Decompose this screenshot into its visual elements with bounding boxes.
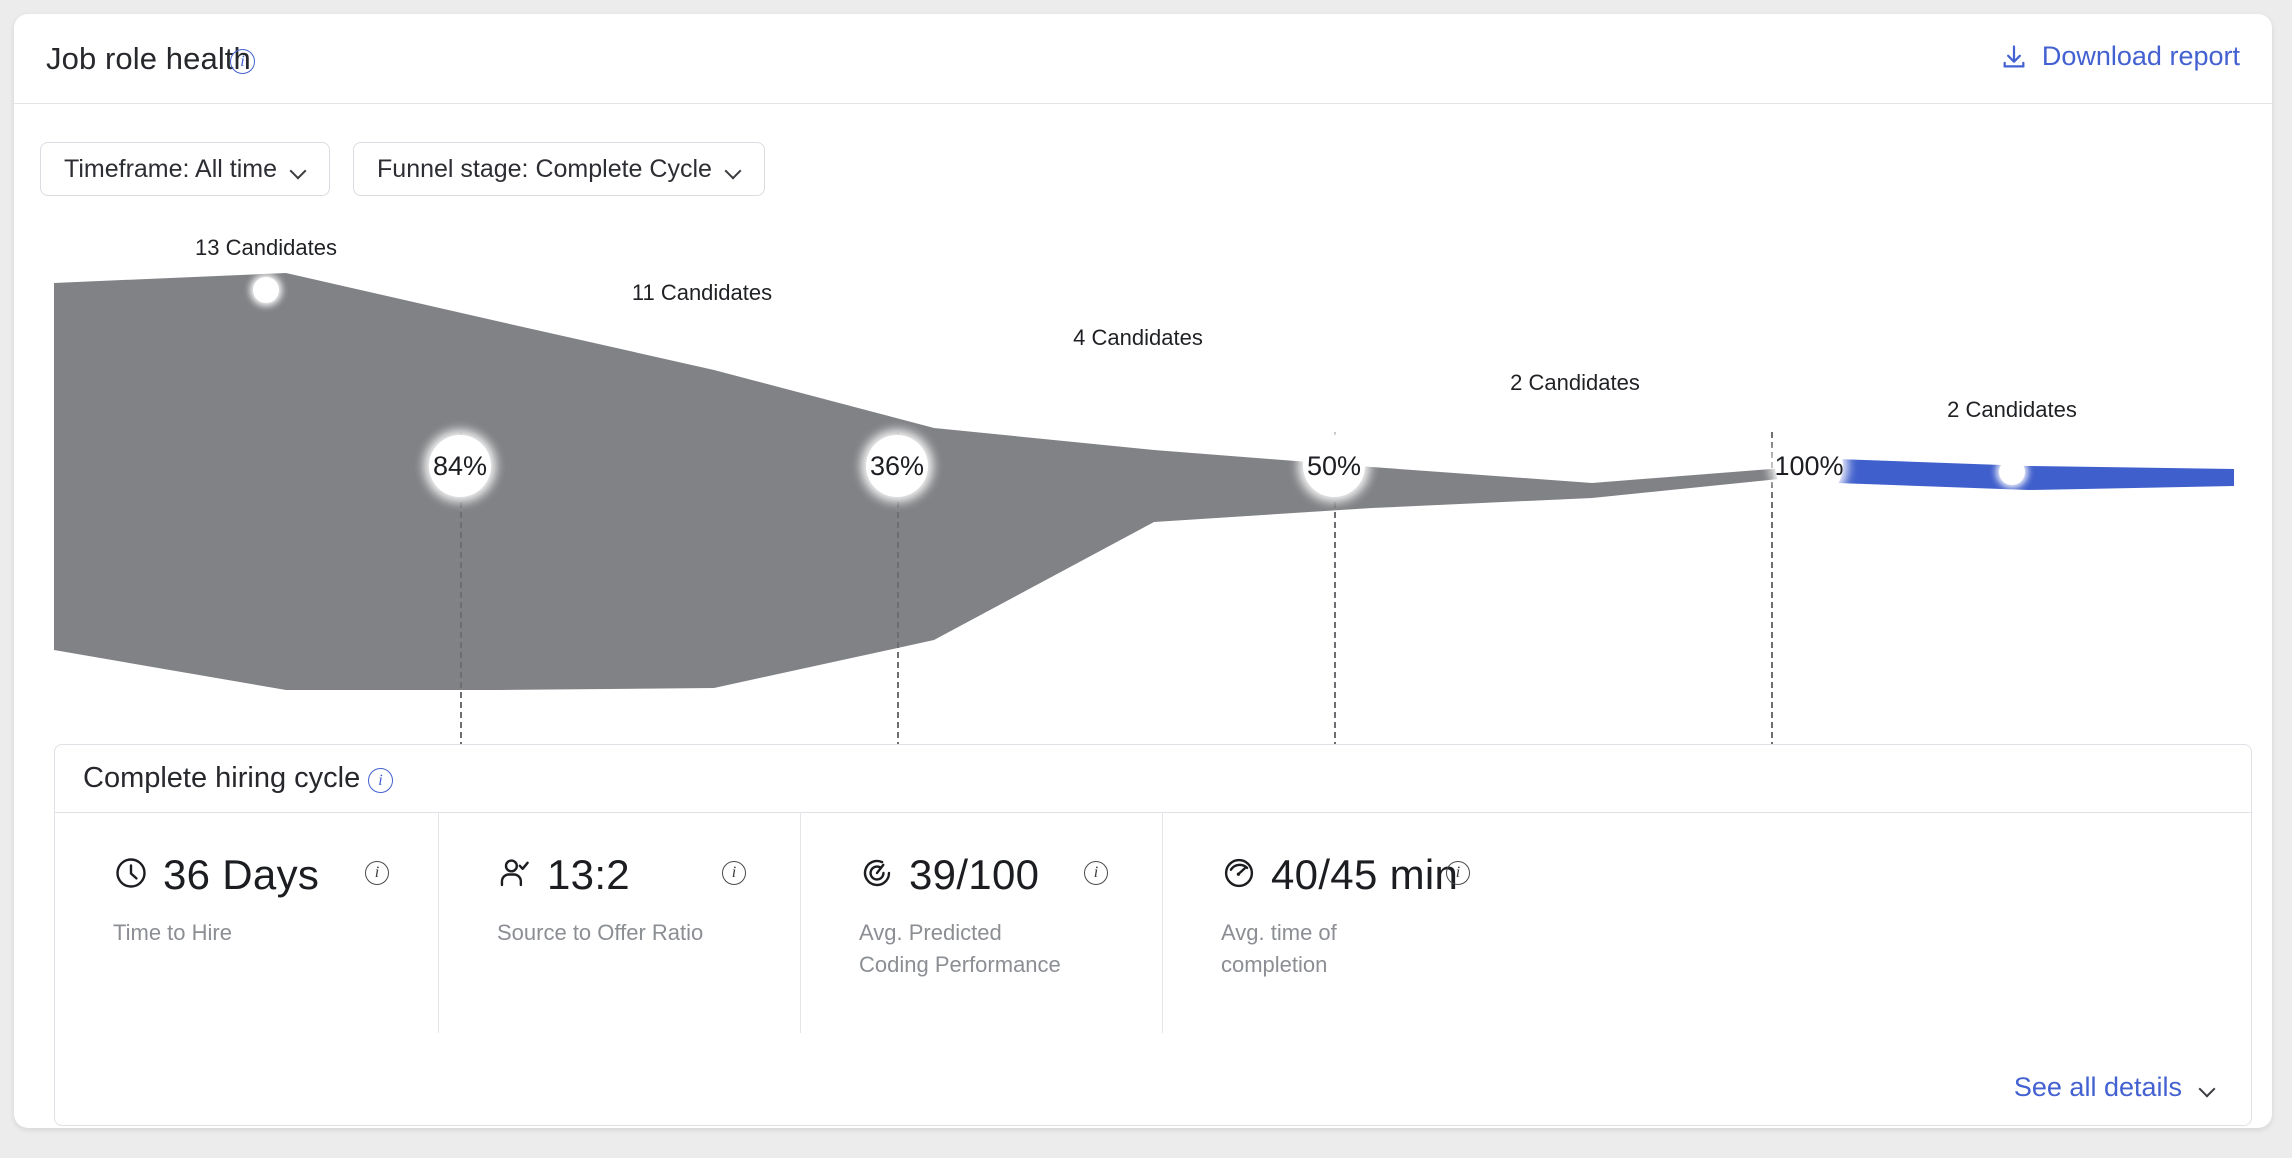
chevron-down-icon	[291, 165, 306, 174]
candidate-count-label: 13 Candidates	[195, 235, 337, 260]
download-report-label: Download report	[2041, 41, 2240, 71]
stat-card-source-to-offer-ratio: 13:2 Source to Offer Ratio i	[439, 813, 801, 1033]
download-report-button[interactable]: Download report	[2000, 41, 2240, 72]
stat-label: Time to Hire	[113, 920, 232, 945]
user-check-icon	[497, 855, 533, 896]
chevron-down-icon	[2200, 1083, 2215, 1092]
info-icon[interactable]: i	[722, 861, 746, 885]
candidate-count-label: 2 Candidates	[1947, 397, 2077, 422]
complete-hiring-cycle-panel: Complete hiring cycle i 36 Days Time to …	[54, 744, 2252, 1126]
funnel-area-shape	[54, 273, 2234, 690]
stat-value: 40/45 min	[1271, 851, 1459, 898]
stat-value: 36 Days	[163, 851, 320, 898]
panel-title: Complete hiring cycle	[83, 762, 361, 794]
stat-card-time-to-hire: 36 Days Time to Hire i	[55, 813, 439, 1033]
see-all-details-button[interactable]: See all details	[2014, 1072, 2215, 1103]
page-title: Job role health	[46, 41, 251, 76]
info-icon[interactable]: i	[230, 49, 255, 74]
job-role-health-card: Job role health i Download report Timefr…	[14, 14, 2272, 1128]
conversion-badge[interactable]: 100%	[1774, 432, 1844, 500]
stat-value: 39/100	[909, 851, 1040, 898]
stat-label: Avg. time of completion	[1221, 920, 1337, 977]
timeframe-dropdown-label: Timeframe: All time	[64, 154, 278, 183]
funnel-stage-dropdown-label: Funnel stage: Complete Cycle	[377, 154, 712, 183]
speedometer-icon	[1221, 855, 1257, 896]
download-icon	[2000, 43, 2028, 71]
funnel-node-dot[interactable]	[1125, 368, 1151, 394]
funnel-chart: 13 Candidates 11 Candidates 4 Candidates…	[14, 210, 2272, 898]
funnel-node-dot[interactable]	[253, 277, 279, 303]
target-icon	[859, 855, 895, 896]
chevron-down-icon	[726, 165, 741, 174]
timeframe-dropdown[interactable]: Timeframe: All time	[40, 142, 331, 196]
stat-value: 13:2	[547, 851, 630, 898]
conversion-badge[interactable]: 36%	[866, 435, 928, 497]
info-icon[interactable]: i	[1084, 861, 1108, 885]
filter-bar: Timeframe: All time Funnel stage: Comple…	[40, 142, 765, 196]
clock-icon	[113, 855, 149, 896]
info-icon[interactable]: i	[1446, 861, 1470, 885]
stat-card-avg-time-of-completion: 40/45 min Avg. time of completion i	[1163, 813, 2251, 1033]
conversion-badge[interactable]: 50%	[1303, 435, 1365, 497]
stat-card-predicted-coding-performance: 39/100 Avg. Predicted Coding Performance…	[801, 813, 1163, 1033]
stats-row: 36 Days Time to Hire i 13:2 Source to Of…	[55, 813, 2251, 1033]
info-icon[interactable]: i	[368, 768, 393, 793]
funnel-node-dot[interactable]	[1562, 416, 1588, 442]
candidate-count-label: 4 Candidates	[1073, 325, 1203, 350]
candidate-count-label: 2 Candidates	[1510, 370, 1640, 395]
see-all-details-label: See all details	[2013, 1072, 2182, 1102]
stat-label: Avg. Predicted Coding Performance	[859, 920, 1061, 977]
info-icon[interactable]: i	[365, 861, 389, 885]
stat-label: Source to Offer Ratio	[497, 920, 704, 945]
funnel-node-dot[interactable]	[689, 322, 715, 348]
funnel-stage-dropdown[interactable]: Funnel stage: Complete Cycle	[353, 142, 765, 196]
conversion-badge[interactable]: 84%	[429, 435, 491, 497]
card-header: Job role health i Download report	[14, 14, 2272, 104]
candidate-count-label: 11 Candidates	[631, 280, 773, 305]
funnel-node-dot[interactable]	[1999, 459, 2025, 485]
panel-header: Complete hiring cycle i	[55, 745, 2251, 813]
